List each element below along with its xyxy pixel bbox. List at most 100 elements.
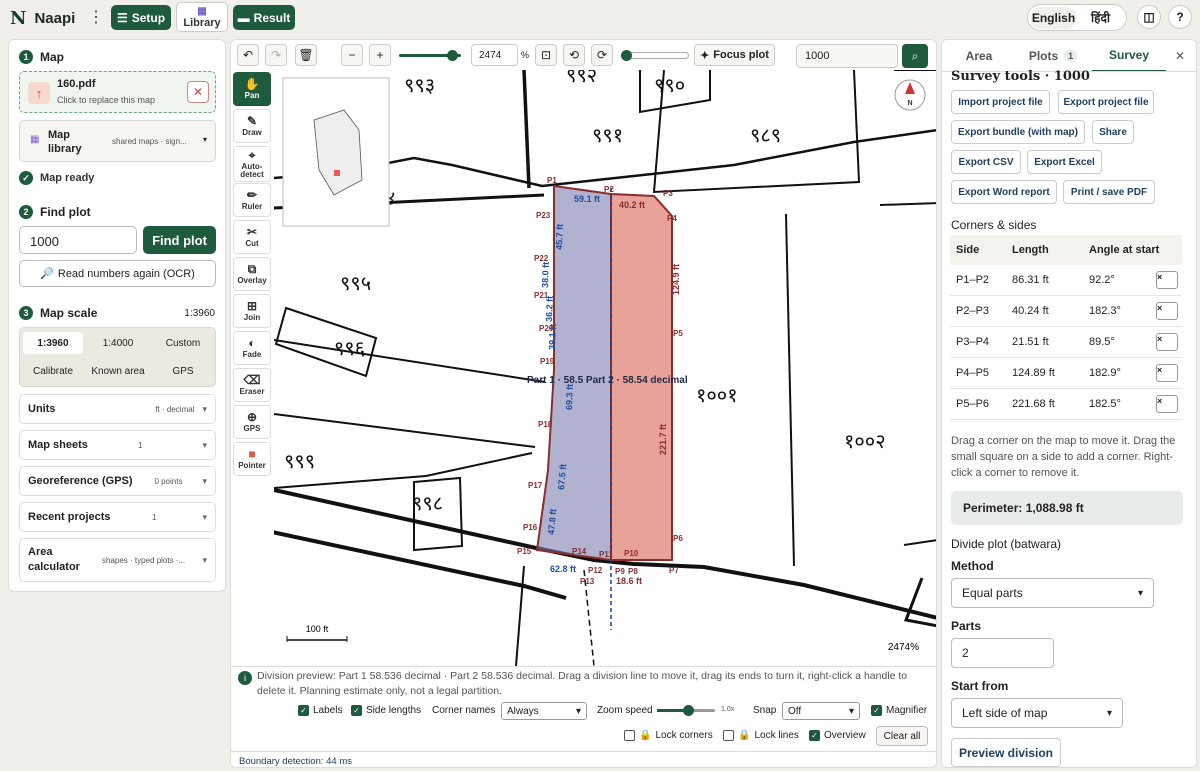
overview-toggle[interactable]: ✓ Overview — [809, 730, 866, 741]
rotation-slider[interactable] — [621, 50, 689, 61]
preview-division-button[interactable]: Preview division — [951, 738, 1061, 767]
tool-cut[interactable]: ✂ Cut — [233, 220, 271, 254]
zoom-speed-slider[interactable] — [657, 705, 715, 716]
map-file-dropzone[interactable]: ↑ 160.pdf Click to replace this map ✕ — [19, 71, 216, 113]
zoom-slider[interactable] — [399, 50, 461, 61]
scale-calibrate[interactable]: Calibrate — [23, 360, 83, 382]
export-csv-button[interactable]: Export CSV — [951, 150, 1021, 174]
scale-bar-label: 100 ft — [306, 624, 329, 634]
edge-length-label: 59.1 ft — [574, 194, 600, 204]
result-icon: ▬ — [237, 10, 250, 25]
scale-option-custom[interactable]: Custom — [153, 332, 213, 354]
clear-all-button[interactable]: Clear all — [876, 726, 928, 746]
export-project-button[interactable]: Export project file — [1058, 90, 1154, 114]
remove-row-icon[interactable]: × — [1156, 364, 1178, 382]
zoom-input[interactable]: 2474 — [471, 44, 518, 66]
labels-toggle[interactable]: ✓ Labels — [298, 705, 342, 716]
tool-join[interactable]: ⊞ Join — [233, 294, 271, 328]
units-accordion[interactable]: Units ft · decimal ▾ — [19, 394, 216, 424]
close-icon[interactable]: ✕ — [1168, 40, 1192, 72]
method-select[interactable]: Equal parts ▾ — [951, 578, 1154, 608]
import-project-button[interactable]: Import project file — [951, 90, 1050, 114]
map-sheets-accordion[interactable]: Map sheets 1 ▾ — [19, 430, 216, 460]
zoom-out-icon[interactable]: − — [341, 44, 363, 66]
trash-icon[interactable]: 🗑 — [295, 44, 317, 66]
scale-known-area[interactable]: Known area — [88, 360, 148, 382]
tab-plots[interactable]: Plots 1 — [1016, 40, 1090, 72]
parts-input[interactable]: 2 — [951, 638, 1054, 668]
magnifier-toggle[interactable]: ✓ Magnifier — [871, 705, 927, 716]
scale-gps[interactable]: GPS — [153, 360, 213, 382]
library-icon: ▦ — [197, 5, 207, 17]
export-excel-button[interactable]: Export Excel — [1027, 150, 1102, 174]
tool-icon: ⊞ — [246, 299, 258, 313]
start-from-select[interactable]: Left side of map ▾ — [951, 698, 1123, 728]
chevron-down-icon: ▾ — [1106, 707, 1112, 719]
find-plot-input[interactable]: 1000 — [19, 226, 137, 254]
corner-label: P9 — [615, 567, 625, 576]
tool-eraser[interactable]: ⌫ Eraser — [233, 368, 271, 402]
rotate-right-icon[interactable]: ⟳ — [591, 44, 613, 66]
undo-icon[interactable]: ↶ — [237, 44, 259, 66]
snap-select[interactable]: Off ▾ — [782, 702, 860, 720]
map-canvas[interactable]: ९९३९९२९९०९९१९८९९९४९९५९९६१००११००२९९९९९८ 5… — [274, 70, 937, 666]
tool-pointer[interactable]: ■ Pointer — [233, 442, 271, 476]
close-icon[interactable]: ✕ — [187, 81, 209, 103]
remove-row-icon[interactable]: × — [1156, 395, 1178, 413]
library-button[interactable]: ▦ Library — [176, 2, 228, 32]
lang-hindi[interactable]: हिंदी — [1077, 5, 1124, 30]
zoom-speed-thumb[interactable] — [683, 705, 694, 716]
table-row: P2–P3 40.24 ft 182.3° × — [950, 296, 1182, 327]
panel-toggle-icon[interactable]: ◫ — [1137, 5, 1161, 29]
tool-gps[interactable]: ⊕ GPS — [233, 405, 271, 439]
tab-survey[interactable]: Survey — [1092, 40, 1166, 72]
angle-cell: 92.2° — [1089, 274, 1115, 286]
tool-icon: ⌖ — [248, 148, 256, 162]
scale-option-2[interactable]: 1:4000 — [88, 332, 148, 354]
tool-icon: ⊕ — [246, 410, 258, 424]
remove-row-icon[interactable]: × — [1156, 302, 1178, 320]
rotate-left-icon[interactable]: ⟲ — [563, 44, 585, 66]
focus-plot-button[interactable]: ✦ Focus plot — [694, 44, 775, 66]
zoom-slider-thumb[interactable] — [447, 50, 458, 61]
check-icon: ✓ — [871, 705, 882, 716]
fit-screen-icon[interactable]: ⊡ — [535, 44, 557, 66]
tool-ruler[interactable]: ✏ Ruler — [233, 183, 271, 217]
ocr-button[interactable]: 🔎 Read numbers again (OCR) — [19, 260, 216, 287]
result-button[interactable]: ▬ Result — [233, 5, 295, 30]
redo-icon[interactable]: ↷ — [265, 44, 287, 66]
scale-option-1[interactable]: 1:3960 — [23, 332, 83, 354]
remove-row-icon[interactable]: × — [1156, 333, 1178, 351]
lock-corners-toggle[interactable]: 🔒 Lock corners — [624, 730, 713, 741]
tool-fade[interactable]: ◐ Fade — [233, 331, 271, 365]
find-plot-button[interactable]: Find plot — [143, 226, 216, 254]
area-calculator-accordion[interactable]: Area calculator shapes · typed plots ·...… — [19, 538, 216, 582]
recent-projects-accordion[interactable]: Recent projects 1 ▾ — [19, 502, 216, 532]
chevron-down-icon: ▾ — [1137, 587, 1143, 599]
setup-button[interactable]: ☰ Setup — [111, 5, 171, 30]
map-library-select[interactable]: ▦ Map library shared maps · sign... ▾ — [19, 120, 216, 162]
zoom-speed-value: 1.0x — [721, 706, 735, 713]
corner-names-select[interactable]: Always ▾ — [501, 702, 587, 720]
search-icon[interactable]: ⌕ — [902, 44, 928, 68]
remove-row-icon[interactable]: × — [1156, 271, 1178, 289]
tool-overlay[interactable]: ⧉ Overlay — [233, 257, 271, 291]
georeference-accordion[interactable]: Georeference (GPS) 0 points ▾ — [19, 466, 216, 496]
tool-draw[interactable]: ✎ Draw — [233, 109, 271, 143]
rotation-slider-thumb[interactable] — [621, 50, 632, 61]
lang-english[interactable]: English — [1030, 6, 1077, 29]
side-lengths-toggle[interactable]: ✓ Side lengths — [351, 705, 421, 716]
share-button[interactable]: Share — [1092, 120, 1134, 144]
print-pdf-button[interactable]: Print / save PDF — [1063, 180, 1155, 204]
plot-search-input[interactable]: 1000 — [796, 44, 898, 68]
help-button[interactable]: ? — [1168, 5, 1192, 29]
export-bundle-button[interactable]: Export bundle (with map) — [951, 120, 1085, 144]
tool-auto-detect[interactable]: ⌖ Auto-detect — [233, 146, 271, 182]
more-menu-icon[interactable]: ⋮ — [88, 7, 104, 27]
export-word-button[interactable]: Export Word report — [951, 180, 1057, 204]
tool-pan[interactable]: ✋ Pan — [233, 72, 271, 106]
plot-number: ९९१ — [592, 123, 623, 147]
lock-lines-toggle[interactable]: 🔒 Lock lines — [723, 730, 799, 741]
zoom-in-icon[interactable]: + — [369, 44, 391, 66]
tab-area[interactable]: Area — [942, 40, 1016, 72]
